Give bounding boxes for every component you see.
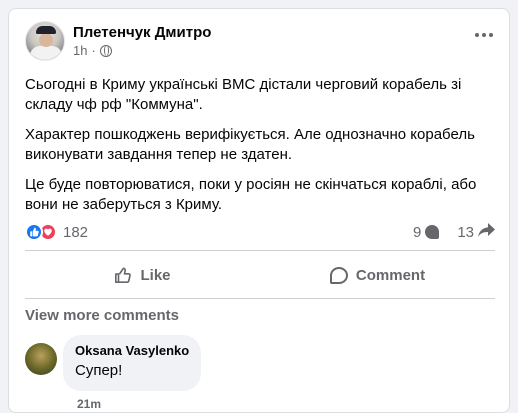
comment-item: Oksana Vasylenko Супер! [25, 335, 202, 391]
post-stats: 182 9 13 [25, 221, 495, 243]
time-separator: · [91, 43, 96, 58]
post-paragraph: Це буде повторюватися, поки у росіян не … [25, 176, 477, 213]
comments-count: 9 [412, 223, 422, 241]
divider [25, 298, 495, 299]
globe-icon [99, 44, 112, 57]
shares-stat[interactable]: 13 [457, 222, 495, 242]
comment-label: Comment [355, 266, 426, 284]
comment-time[interactable]: 21m [77, 397, 101, 411]
share-arrow-icon [478, 222, 495, 242]
commenter-avatar[interactable] [25, 343, 57, 375]
divider [25, 250, 495, 251]
post-time-row: 1h · [73, 43, 211, 58]
thumbs-up-icon [115, 267, 132, 284]
comment-bubble-icon [425, 225, 440, 239]
post-actions: Like Comment [25, 257, 495, 293]
like-icon [25, 223, 43, 241]
post-header: Плетенчук Дмитро 1h · [25, 21, 211, 61]
reactions-summary[interactable]: 182 [25, 223, 88, 241]
comment-bubble: Oksana Vasylenko Супер! [63, 335, 202, 391]
post-paragraph: Сьогодні в Криму українські ВМС дістали … [25, 76, 462, 113]
post-time[interactable]: 1h [73, 43, 87, 58]
post-body: Сьогодні в Криму українські ВМС дістали … [25, 75, 495, 225]
like-label: Like [140, 266, 171, 284]
post-meta: Плетенчук Дмитро 1h · [73, 21, 211, 61]
comment-text: Супер! [75, 362, 123, 379]
commenter-name[interactable]: Oksana Vasylenko [75, 343, 189, 359]
reactions-count: 182 [63, 223, 89, 241]
comment-button[interactable]: Comment [260, 257, 495, 293]
like-button[interactable]: Like [25, 257, 260, 293]
post-paragraph: Характер пошкоджень верифікується. Але о… [25, 126, 475, 163]
comment-icon [329, 266, 348, 284]
engagement-counts: 9 13 [395, 222, 495, 242]
view-more-comments-link[interactable]: View more comments [25, 307, 179, 324]
author-name[interactable]: Плетенчук Дмитро [73, 23, 211, 42]
author-avatar[interactable] [25, 21, 65, 61]
more-options-icon[interactable] [475, 33, 493, 37]
shares-count: 13 [457, 223, 474, 241]
post-card: Плетенчук Дмитро 1h · Сьогодні в Криму у… [8, 8, 510, 413]
comments-stat[interactable]: 9 [412, 223, 440, 241]
